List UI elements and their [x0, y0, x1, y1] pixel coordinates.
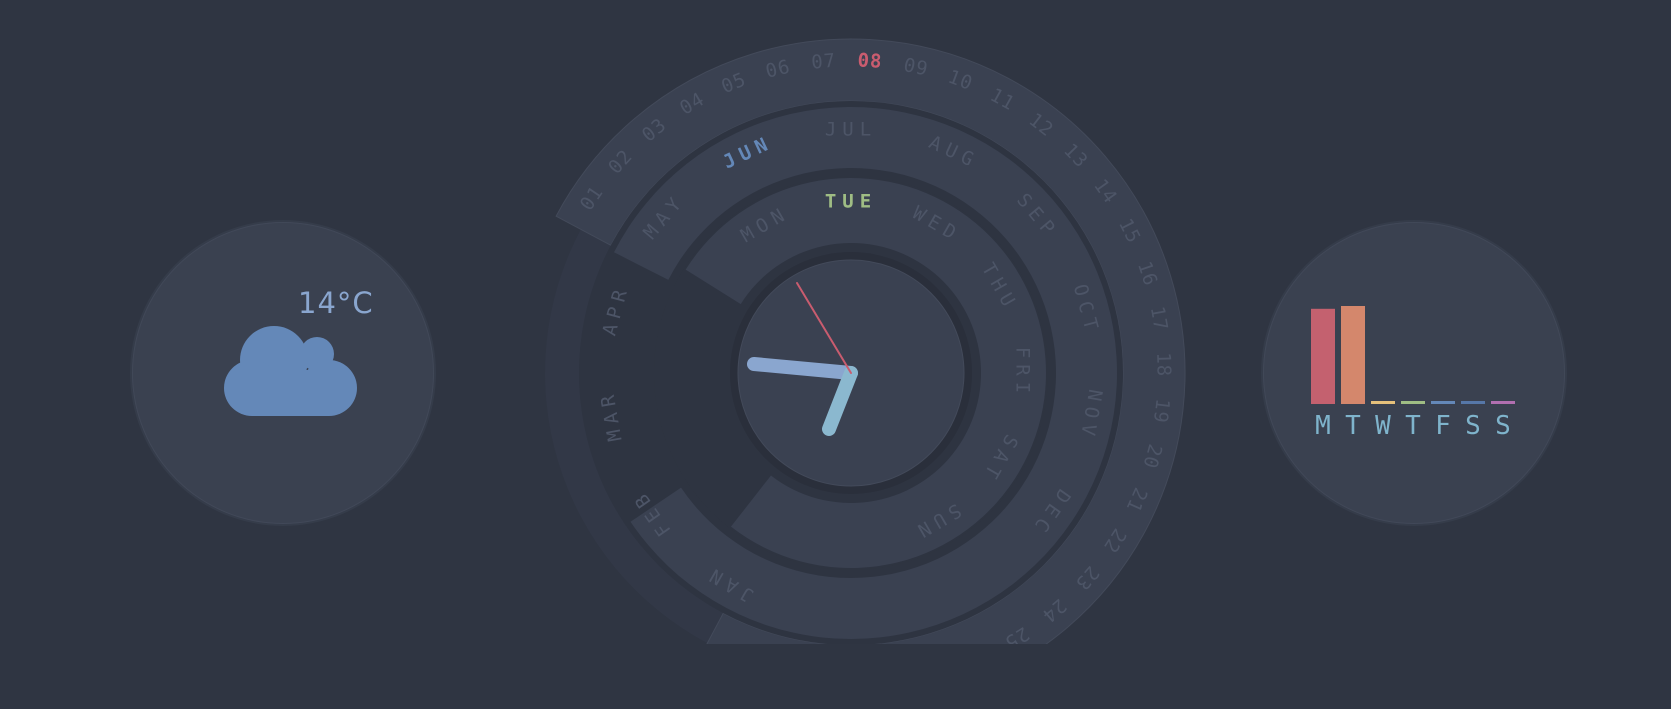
- activity-bar-chart: MTWTFSS: [1311, 306, 1515, 441]
- weekday-label: FRI: [1012, 347, 1034, 399]
- activity-day-label: F: [1435, 411, 1451, 441]
- activity-widget: MTWTFSS: [1263, 222, 1565, 524]
- activity-bar: [1431, 401, 1455, 404]
- activity-bar: [1311, 308, 1335, 404]
- weekday-label: TUE: [825, 191, 877, 213]
- activity-day-label: S: [1495, 411, 1511, 441]
- day-label: 08: [857, 49, 883, 72]
- cloud-icon: [224, 326, 357, 416]
- activity-day-label: T: [1345, 411, 1361, 441]
- day-label: 07: [810, 50, 837, 74]
- activity-day-label: S: [1465, 411, 1481, 441]
- temperature-label: 14°C: [298, 286, 374, 320]
- clock-calendar-widget: 0102030405 06 07 08 09 1011121314151617181920…: [545, 38, 1186, 644]
- weather-widget: 14°C: [132, 222, 434, 524]
- activity-bar: [1461, 401, 1485, 404]
- activity-day-label: T: [1405, 411, 1421, 441]
- activity-day-label: W: [1375, 411, 1391, 441]
- activity-bar: [1491, 401, 1515, 404]
- activity-bar: [1401, 401, 1425, 404]
- day-label: 19: [1149, 397, 1174, 424]
- month-label: JUL: [825, 119, 877, 141]
- day-label: 18: [1152, 352, 1175, 377]
- activity-bar: [1341, 306, 1365, 404]
- activity-day-label: M: [1315, 411, 1331, 441]
- day-label: 17: [1146, 305, 1172, 333]
- activity-bar: [1371, 401, 1395, 404]
- minute-hand: [747, 357, 858, 380]
